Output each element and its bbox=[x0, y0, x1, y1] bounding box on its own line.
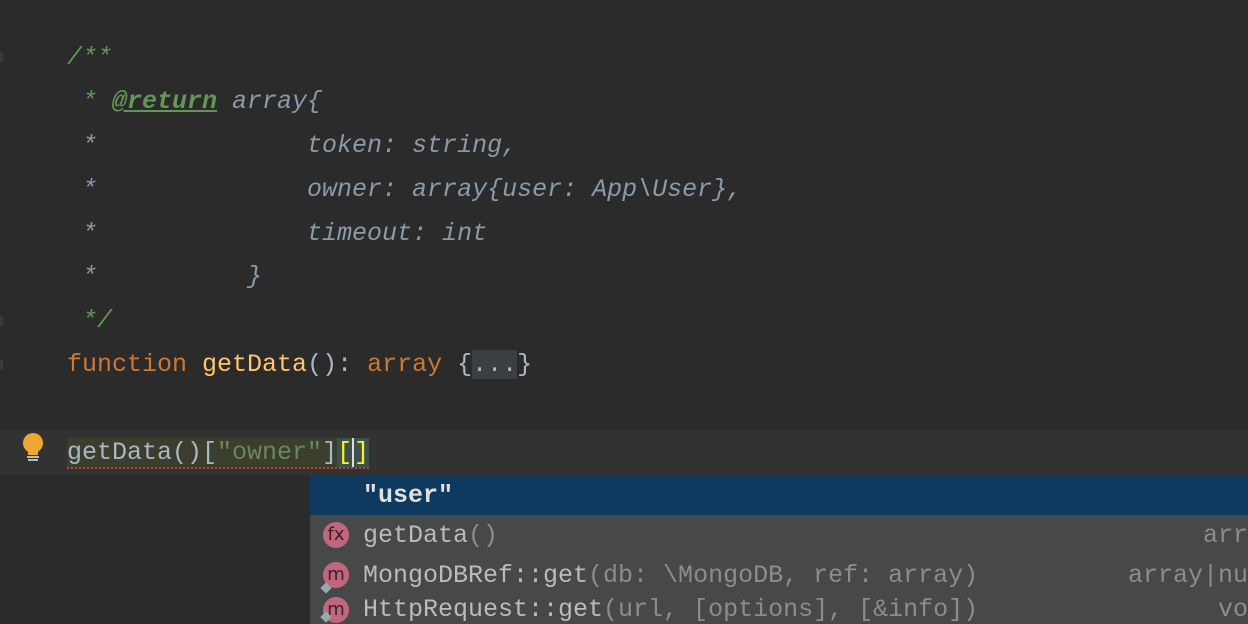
folded-region[interactable]: ... bbox=[472, 350, 518, 379]
code-line[interactable]: function getData(): array {...} bbox=[67, 343, 532, 387]
code-line[interactable]: /** bbox=[67, 36, 112, 80]
completion-popup[interactable]: "user" fx getData() arr m MongoDBRef::ge… bbox=[310, 475, 1248, 624]
completion-item[interactable]: "user" bbox=[310, 475, 1248, 515]
error-highlight[interactable]: getData()["owner"][] bbox=[67, 438, 370, 469]
doc-tag[interactable]: @return bbox=[112, 87, 217, 116]
completion-item[interactable]: m HttpRequest::get(url, [options], [&inf… bbox=[310, 595, 1248, 624]
code-line[interactable]: */ bbox=[67, 299, 112, 343]
code-line[interactable]: * owner: array{user: App\User}, bbox=[67, 168, 742, 212]
code-line[interactable]: * @return array{ bbox=[67, 80, 322, 124]
lightbulb-icon[interactable] bbox=[20, 432, 46, 466]
fold-marker[interactable] bbox=[0, 52, 3, 62]
completion-item[interactable]: fx getData() arr bbox=[310, 515, 1248, 555]
function-icon: fx bbox=[323, 522, 349, 548]
code-line[interactable]: * } bbox=[67, 255, 262, 299]
code-line[interactable]: * timeout: int bbox=[67, 212, 487, 256]
fold-marker[interactable] bbox=[0, 360, 3, 370]
code-line[interactable]: * token: string, bbox=[67, 124, 517, 168]
text-cursor: ] bbox=[352, 438, 370, 467]
current-code-line[interactable]: getData()["owner"][] bbox=[67, 431, 370, 475]
completion-item[interactable]: m MongoDBRef::get(db: \MongoDB, ref: arr… bbox=[310, 555, 1248, 595]
fold-marker[interactable] bbox=[0, 316, 3, 326]
